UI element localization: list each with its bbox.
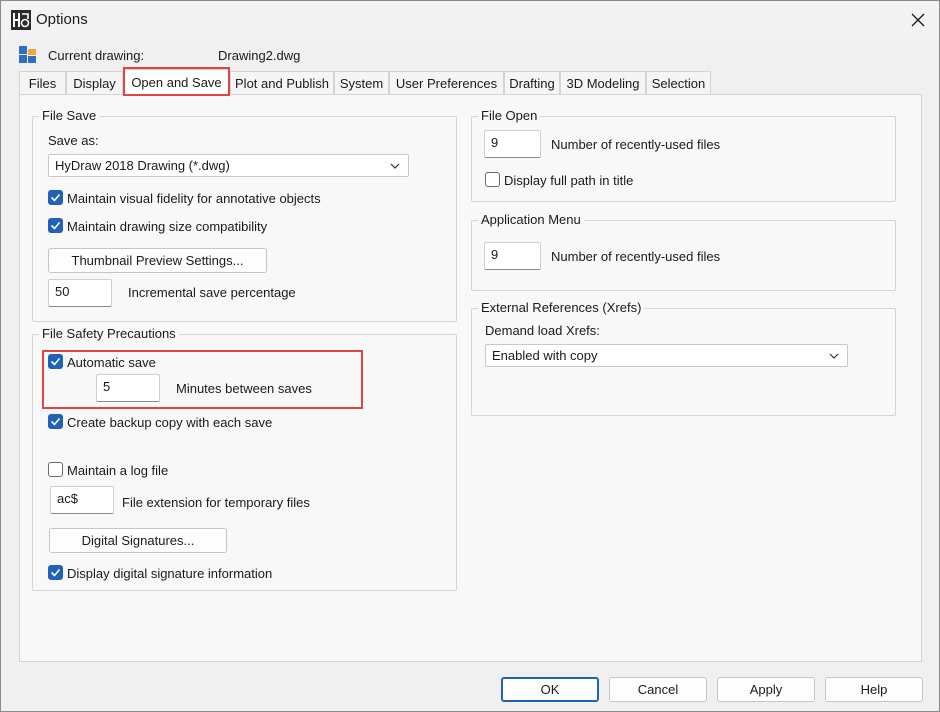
file-open-recent-label: Number of recently-used files xyxy=(551,137,721,152)
app-menu-recent-input[interactable]: 9 xyxy=(484,242,541,270)
file-open-title: File Open xyxy=(478,108,541,123)
demand-load-value: Enabled with copy xyxy=(492,348,598,363)
tab-system[interactable]: System xyxy=(334,71,389,95)
demand-load-label: Demand load Xrefs: xyxy=(485,323,600,338)
temp-extension-label: File extension for temporary files xyxy=(122,495,310,510)
full-path-label: Display full path in title xyxy=(504,173,634,188)
tab-user-preferences[interactable]: User Preferences xyxy=(389,71,504,95)
window-title: Options xyxy=(36,11,88,28)
tab-drafting[interactable]: Drafting xyxy=(504,71,560,95)
log-file-label: Maintain a log file xyxy=(67,463,169,478)
maintain-size-label: Maintain drawing size compatibility xyxy=(67,219,268,234)
backup-copy-label: Create backup copy with each save xyxy=(67,415,273,430)
tab-selection[interactable]: Selection xyxy=(646,71,711,95)
check-icon xyxy=(50,221,61,230)
current-drawing-value: Drawing2.dwg xyxy=(218,48,301,63)
incremental-save-label: Incremental save percentage xyxy=(128,285,296,300)
close-button[interactable] xyxy=(899,5,937,35)
xrefs-title: External References (Xrefs) xyxy=(478,300,645,315)
display-signature-checkbox[interactable] xyxy=(48,565,63,580)
maintain-size-checkbox[interactable] xyxy=(48,218,63,233)
automatic-save-highlight-box xyxy=(42,350,363,409)
backup-copy-checkbox[interactable] xyxy=(48,414,63,429)
app-icon xyxy=(11,10,31,30)
tab-highlight-box xyxy=(123,67,230,96)
maintain-fidelity-checkbox[interactable] xyxy=(48,190,63,205)
temp-extension-input[interactable]: ac$ xyxy=(50,486,114,514)
display-signature-label: Display digital signature information xyxy=(67,566,273,581)
chevron-down-icon xyxy=(829,353,839,359)
close-icon xyxy=(911,13,925,27)
digital-signatures-button[interactable]: Digital Signatures... xyxy=(49,528,227,553)
check-icon xyxy=(50,193,61,202)
incremental-save-input[interactable]: 50 xyxy=(48,279,112,307)
maintain-fidelity-label: Maintain visual fidelity for annotative … xyxy=(67,191,321,206)
tab-files[interactable]: Files xyxy=(19,71,66,95)
thumbnail-preview-button[interactable]: Thumbnail Preview Settings... xyxy=(48,248,267,273)
help-button[interactable]: Help xyxy=(825,677,923,702)
full-path-checkbox[interactable] xyxy=(485,172,500,187)
save-as-select[interactable]: HyDraw 2018 Drawing (*.dwg) xyxy=(48,154,409,177)
file-open-recent-input[interactable]: 9 xyxy=(484,130,541,158)
drawing-icon xyxy=(19,46,37,64)
save-as-value: HyDraw 2018 Drawing (*.dwg) xyxy=(55,158,230,173)
chevron-down-icon xyxy=(390,163,400,169)
apply-button[interactable]: Apply xyxy=(717,677,815,702)
demand-load-select[interactable]: Enabled with copy xyxy=(485,344,848,367)
save-as-label: Save as: xyxy=(48,133,99,148)
app-menu-title: Application Menu xyxy=(478,212,584,227)
app-menu-recent-label: Number of recently-used files xyxy=(551,249,721,264)
cancel-button[interactable]: Cancel xyxy=(609,677,707,702)
current-drawing-label: Current drawing: xyxy=(48,48,145,63)
check-icon xyxy=(50,568,61,577)
file-safety-title: File Safety Precautions xyxy=(39,326,179,341)
ok-button[interactable]: OK xyxy=(501,677,599,702)
file-open-group: File Open xyxy=(471,108,896,202)
title-bar xyxy=(1,1,939,39)
tab-plot-and-publish[interactable]: Plot and Publish xyxy=(230,71,334,95)
check-icon xyxy=(50,417,61,426)
tab-display[interactable]: Display xyxy=(66,71,123,95)
log-file-checkbox[interactable] xyxy=(48,462,63,477)
tab-3d-modeling[interactable]: 3D Modeling xyxy=(560,71,646,95)
file-save-title: File Save xyxy=(39,108,100,123)
options-dialog: Options Current drawing: Drawing2.dwg Fi… xyxy=(0,0,940,712)
